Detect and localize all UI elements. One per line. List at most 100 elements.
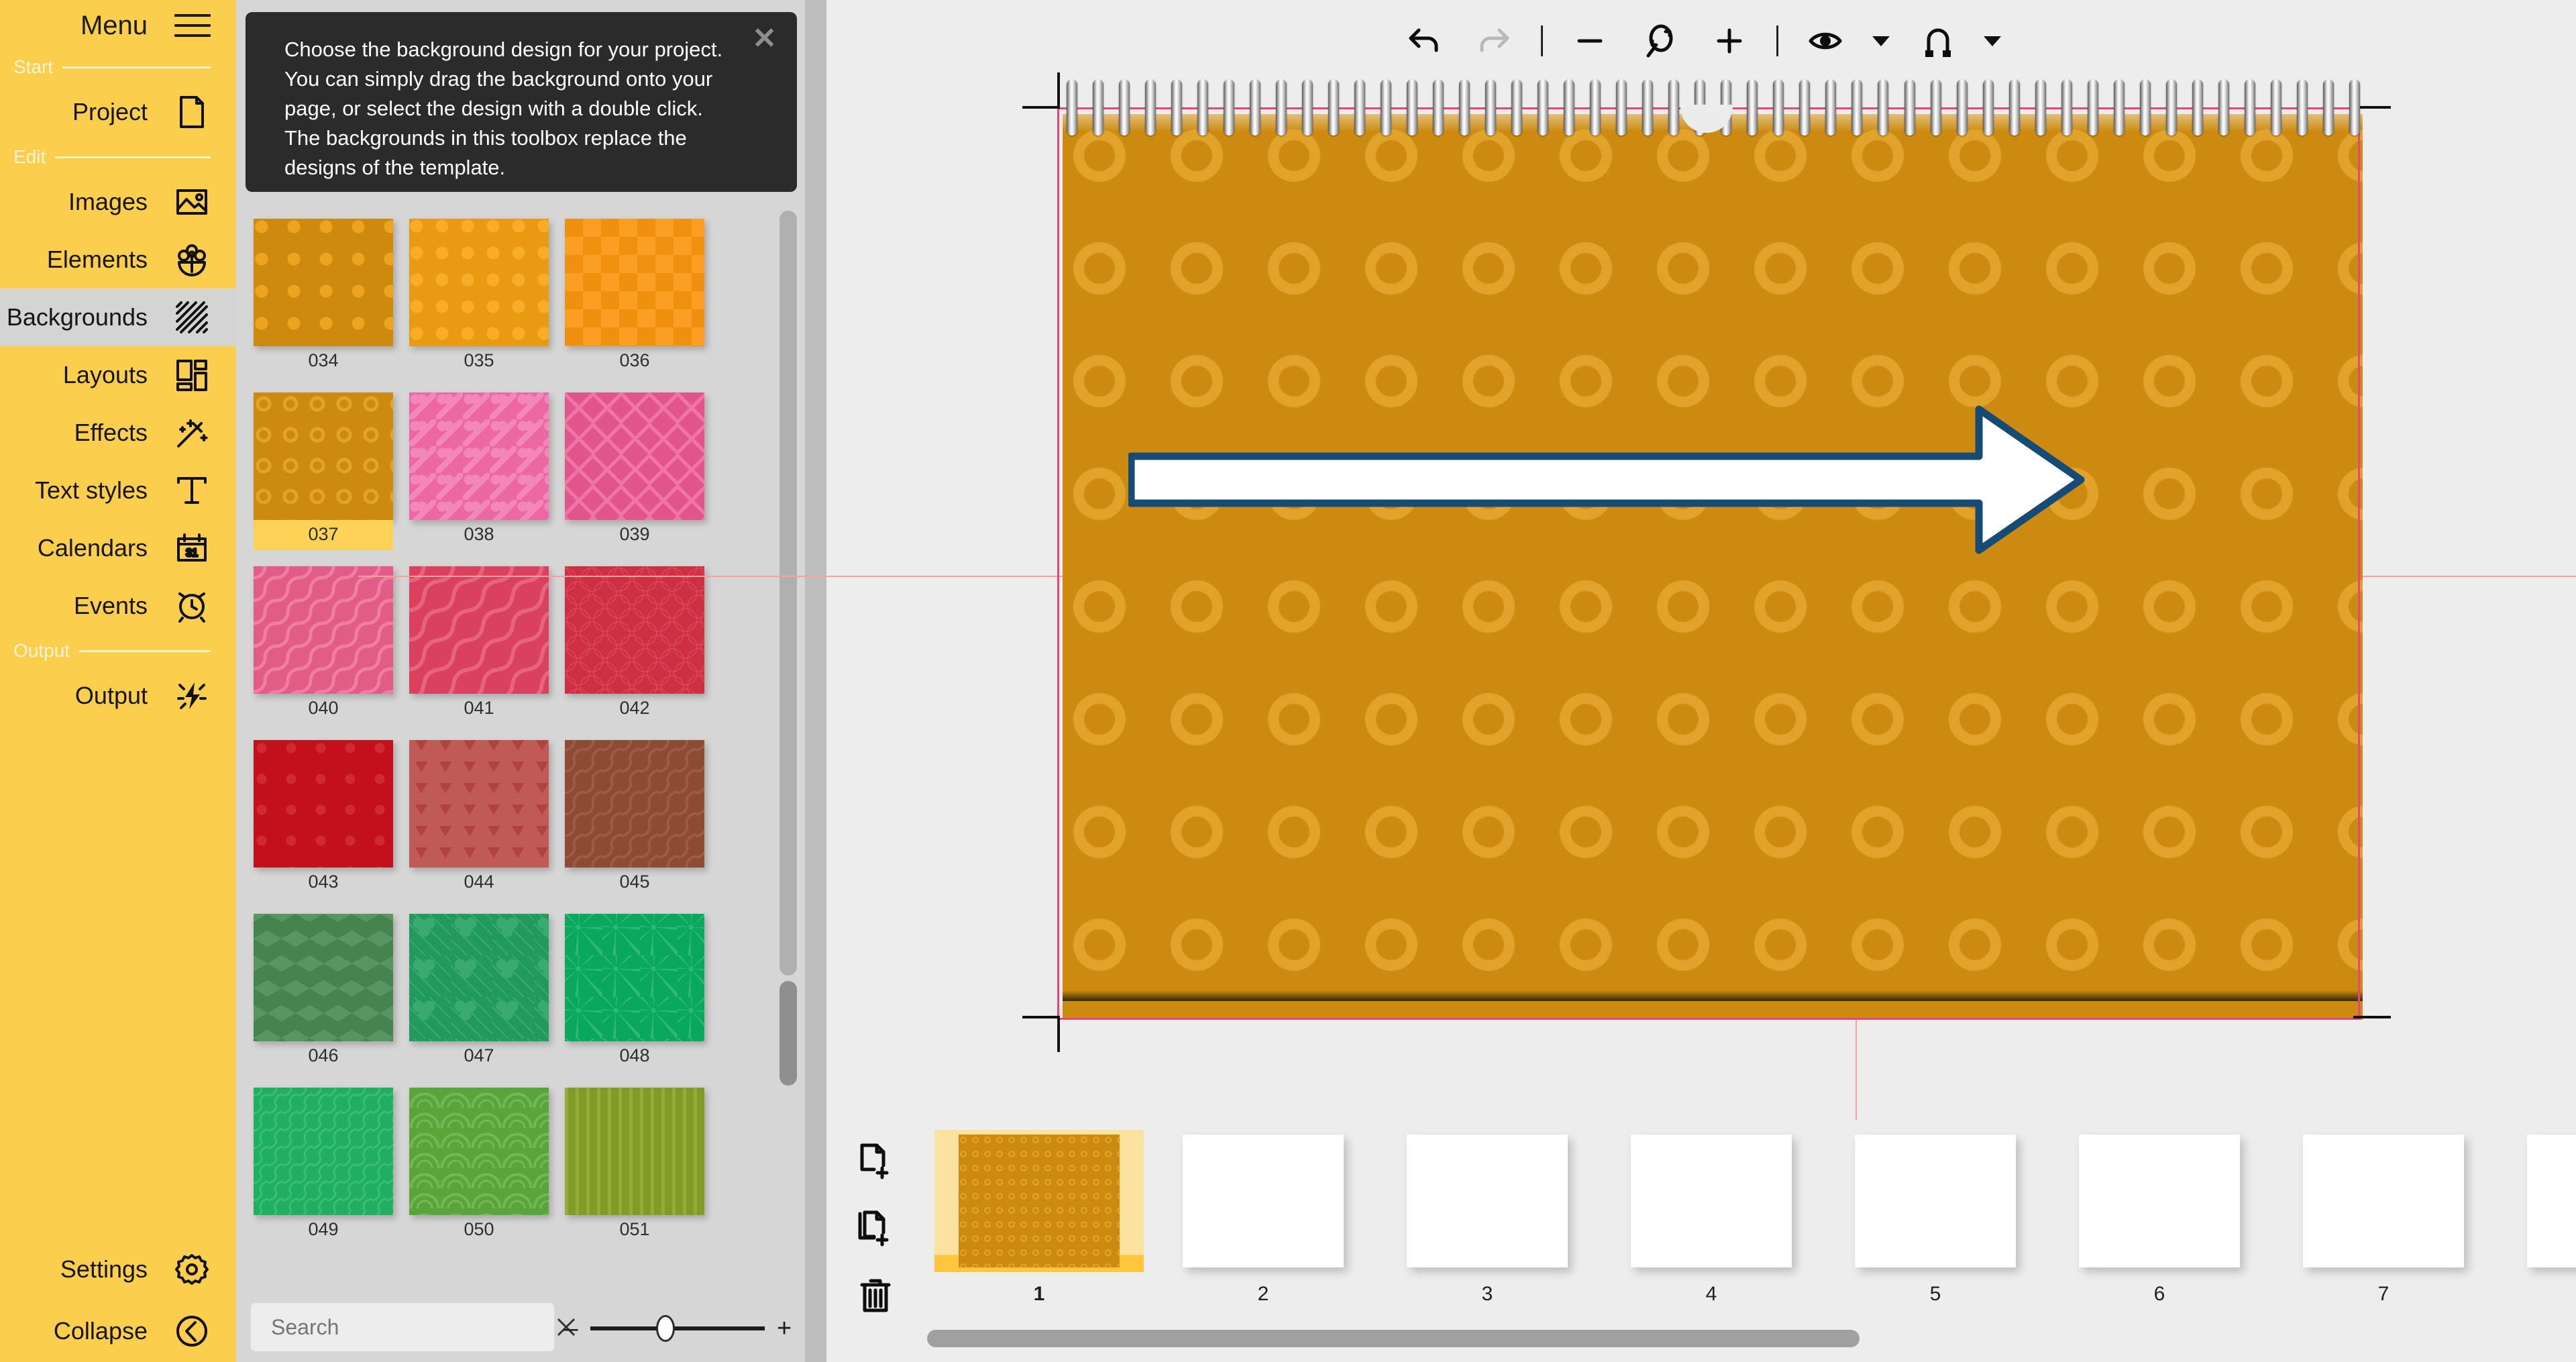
background-swatch[interactable]: 047: [409, 914, 549, 1071]
page-thumbnail-frame[interactable]: [1159, 1130, 1368, 1272]
background-swatch[interactable]: 037: [254, 392, 393, 550]
scrollbar-thumb[interactable]: [780, 981, 797, 1086]
background-swatch-preview[interactable]: [565, 740, 704, 868]
background-swatch-preview[interactable]: [565, 1088, 704, 1215]
background-swatch[interactable]: 044: [409, 740, 549, 898]
page-thumbnail-preview[interactable]: [1183, 1135, 1344, 1267]
scrollbar-track[interactable]: [780, 211, 797, 976]
sidebar-item-elements[interactable]: Elements: [0, 231, 236, 289]
page-thumbnail[interactable]: 1: [927, 1130, 1151, 1324]
page-thumbnail-frame[interactable]: [2503, 1130, 2576, 1272]
search-field-wrapper[interactable]: [251, 1303, 554, 1351]
background-swatch[interactable]: 049: [254, 1088, 393, 1245]
search-input[interactable]: [251, 1315, 553, 1340]
page-canvas[interactable]: [1049, 94, 2364, 1040]
background-swatch[interactable]: 050: [409, 1088, 549, 1245]
sidebar-item-output[interactable]: Output: [0, 667, 236, 725]
zoom-out-label[interactable]: –: [564, 1316, 578, 1341]
page-thumbnail[interactable]: 8: [2496, 1130, 2576, 1324]
chevron-down-icon[interactable]: [1872, 36, 1890, 46]
thumbnail-zoom-slider[interactable]: – +: [564, 1315, 792, 1342]
page-thumbnail[interactable]: 3: [1375, 1130, 1599, 1324]
background-swatch-preview[interactable]: [254, 740, 393, 868]
page-thumbnails[interactable]: 12345678: [927, 1130, 2576, 1324]
background-swatch-preview[interactable]: [565, 914, 704, 1041]
sidebar-item-text-styles[interactable]: Text styles: [0, 462, 236, 519]
slider-track[interactable]: [590, 1326, 765, 1330]
page-duplicate-icon[interactable]: [853, 1206, 898, 1251]
background-swatch-preview[interactable]: [254, 914, 393, 1041]
zoom-in-label[interactable]: +: [777, 1316, 792, 1341]
page-thumbnail-preview[interactable]: [1631, 1135, 1792, 1267]
sidebar-item-layouts[interactable]: Layouts: [0, 346, 236, 404]
page-thumbnail-frame[interactable]: [2055, 1130, 2264, 1272]
background-swatch-preview[interactable]: [409, 914, 549, 1041]
minus-icon[interactable]: [1567, 18, 1613, 64]
page-thumbnail[interactable]: 6: [2047, 1130, 2271, 1324]
background-swatch[interactable]: 042: [565, 566, 704, 724]
page-document[interactable]: [1063, 114, 2363, 1020]
background-swatch-preview[interactable]: [565, 219, 704, 346]
page-thumbnail-frame[interactable]: [1607, 1130, 1816, 1272]
scrollbar-thumb[interactable]: [927, 1330, 1860, 1347]
page-add-icon[interactable]: [853, 1139, 898, 1184]
plus-icon[interactable]: [1707, 18, 1752, 64]
page-thumbnail-preview[interactable]: [1407, 1135, 1568, 1267]
slider-thumb[interactable]: [656, 1315, 675, 1342]
hamburger-icon[interactable]: [174, 14, 211, 37]
background-swatch[interactable]: 034: [254, 219, 393, 376]
sidebar-item-events[interactable]: Events: [0, 577, 236, 635]
background-swatch[interactable]: 035: [409, 219, 549, 376]
background-swatch[interactable]: 046: [254, 914, 393, 1071]
background-swatch[interactable]: 038: [409, 392, 549, 550]
magnifier-fit-icon[interactable]: [1637, 18, 1682, 64]
background-swatch-preview[interactable]: [254, 566, 393, 694]
page-thumbnail-preview[interactable]: [2527, 1135, 2576, 1267]
page-thumbnail[interactable]: 5: [1823, 1130, 2047, 1324]
background-swatch-preview[interactable]: [254, 1088, 393, 1215]
background-swatch-preview[interactable]: [409, 219, 549, 346]
background-swatch[interactable]: 048: [565, 914, 704, 1071]
page-thumbnail[interactable]: 2: [1151, 1130, 1375, 1324]
page-thumbnail-frame[interactable]: [1831, 1130, 2040, 1272]
background-swatch[interactable]: 039: [565, 392, 704, 550]
background-swatch[interactable]: 043: [254, 740, 393, 898]
background-swatch[interactable]: 045: [565, 740, 704, 898]
strip-horizontal-scrollbar[interactable]: [927, 1330, 2564, 1347]
trash-icon[interactable]: [853, 1273, 898, 1318]
background-swatch-preview[interactable]: [409, 1088, 549, 1215]
background-swatch-preview[interactable]: [409, 566, 549, 694]
background-swatch-preview[interactable]: [254, 392, 393, 520]
magnet-icon[interactable]: [1914, 18, 1960, 64]
sidebar-item-settings[interactable]: Settings: [0, 1239, 236, 1300]
page-thumbnail[interactable]: 4: [1599, 1130, 1823, 1324]
background-swatch-preview[interactable]: [254, 219, 393, 346]
sidebar-item-effects[interactable]: Effects: [0, 404, 236, 462]
page-thumbnail-frame[interactable]: [1383, 1130, 1592, 1272]
page-thumbnail-frame[interactable]: [934, 1130, 1144, 1272]
background-swatch-preview[interactable]: [409, 392, 549, 520]
sidebar-item-backgrounds[interactable]: Backgrounds: [0, 289, 236, 346]
page-thumbnail-preview[interactable]: [2303, 1135, 2464, 1267]
background-swatch[interactable]: 036: [565, 219, 704, 376]
undo-arrow-icon[interactable]: [1401, 18, 1447, 64]
eye-icon[interactable]: [1803, 18, 1848, 64]
background-swatch-preview[interactable]: [565, 392, 704, 520]
backgrounds-scroll-region[interactable]: 0340350360370380390400410420430440450460…: [236, 201, 805, 1288]
background-swatch-preview[interactable]: [565, 566, 704, 694]
page-thumbnail-preview[interactable]: [959, 1135, 1120, 1267]
page-thumbnail-preview[interactable]: [1855, 1135, 2016, 1267]
page-thumbnail-frame[interactable]: [2279, 1130, 2488, 1272]
panel-resize-edge[interactable]: [805, 0, 826, 1362]
close-icon[interactable]: ✕: [752, 24, 777, 54]
background-swatch[interactable]: 040: [254, 566, 393, 724]
sidebar-item-images[interactable]: Images: [0, 173, 236, 231]
page-thumbnail[interactable]: 7: [2271, 1130, 2496, 1324]
redo-arrow-icon[interactable]: [1471, 18, 1517, 64]
background-swatch[interactable]: 041: [409, 566, 549, 724]
page-thumbnail-preview[interactable]: [2079, 1135, 2240, 1267]
panel-vertical-scrollbar[interactable]: [780, 204, 797, 1287]
chevron-down-icon[interactable]: [1984, 36, 2001, 46]
sidebar-item-calendars[interactable]: Calendars 31: [0, 519, 236, 577]
sidebar-item-collapse[interactable]: Collapse: [0, 1300, 236, 1362]
